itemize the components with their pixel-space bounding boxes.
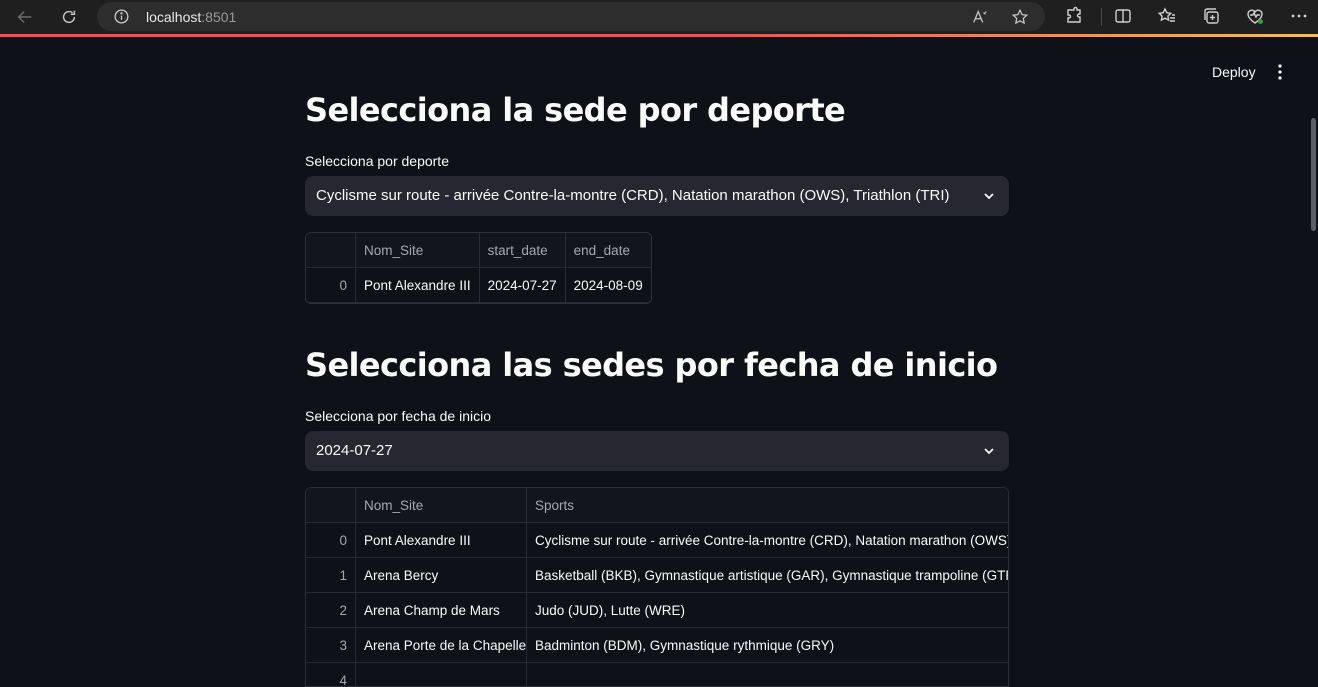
browser-essentials-icon[interactable] xyxy=(1245,6,1265,26)
column-header-sports[interactable]: Sports xyxy=(527,488,1008,523)
toolbar-separator xyxy=(1101,8,1102,26)
row-index: 0 xyxy=(306,523,356,558)
table-row[interactable]: 0 Pont Alexandre III 2024-07-27 2024-08-… xyxy=(306,268,651,303)
column-header-start-date[interactable]: start_date xyxy=(479,233,566,268)
read-aloud-icon[interactable] xyxy=(971,8,989,26)
cell-sports[interactable]: Basketball (BKB), Gymnastique artistique… xyxy=(527,558,1008,593)
app-accent-bar xyxy=(0,34,1318,37)
date-select-label: Selecciona por fecha de inicio xyxy=(305,408,492,424)
collections-icon[interactable] xyxy=(1201,6,1221,26)
cell-sports[interactable]: Cyclisme sur route - arrivée Contre-la-m… xyxy=(527,523,1008,558)
browser-toolbar: localhost:8501 xyxy=(0,0,1318,34)
column-header-nom-site[interactable]: Nom_Site xyxy=(356,233,480,268)
column-header-end-date[interactable]: end_date xyxy=(565,233,651,268)
date-select-value: 2024-07-27 xyxy=(316,442,393,459)
row-index: 0 xyxy=(306,268,356,303)
cell-nom-site[interactable]: Arena Bercy xyxy=(356,558,527,593)
cell-nom-site[interactable]: Arena Champ de Mars xyxy=(356,593,527,628)
main-menu-icon[interactable] xyxy=(1270,62,1290,82)
section-title-sport: Selecciona la sede por deporte xyxy=(305,91,846,129)
sport-sites-table[interactable]: Nom_Site start_date end_date 0 Pont Alex… xyxy=(305,232,652,304)
reload-icon[interactable] xyxy=(55,3,83,31)
cell-nom-site[interactable]: Arena Porte de la Chapelle xyxy=(356,628,527,663)
section-title-date: Selecciona las sedes por fecha de inicio xyxy=(305,346,998,384)
deploy-button[interactable]: Deploy xyxy=(1204,60,1264,84)
table-row[interactable]: 3 Arena Porte de la Chapelle Badminton (… xyxy=(306,628,1008,663)
chevron-down-icon[interactable] xyxy=(981,443,997,459)
cell-nom-site[interactable]: Pont Alexandre III xyxy=(356,268,480,303)
cell-sports[interactable]: Judo (JUD), Lutte (WRE) xyxy=(527,593,1008,628)
table-row[interactable]: 0 Pont Alexandre III Cyclisme sur route … xyxy=(306,523,1008,558)
table-header-row: Nom_Site Sports xyxy=(306,488,1008,523)
more-options-icon[interactable] xyxy=(1289,6,1309,26)
info-icon[interactable] xyxy=(113,8,130,25)
favorite-star-icon[interactable] xyxy=(1011,8,1029,26)
cell-end-date[interactable]: 2024-08-09 xyxy=(565,268,651,303)
table-header-row: Nom_Site start_date end_date xyxy=(306,233,651,268)
extensions-icon[interactable] xyxy=(1064,6,1084,26)
cell-nom-site[interactable]: Pont Alexandre III xyxy=(356,523,527,558)
favorites-icon[interactable] xyxy=(1157,6,1177,26)
address-bar[interactable]: localhost:8501 xyxy=(97,2,1045,31)
sport-select-value: Cyclisme sur route - arrivée Contre-la-m… xyxy=(316,187,950,204)
cell-start-date[interactable]: 2024-07-27 xyxy=(479,268,566,303)
sport-select-label: Selecciona por deporte xyxy=(305,153,449,169)
table-row[interactable]: 2 Arena Champ de Mars Judo (JUD), Lutte … xyxy=(306,593,1008,628)
url-text[interactable]: localhost:8501 xyxy=(146,9,236,25)
cell-nom-site[interactable] xyxy=(356,663,527,686)
cell-sports[interactable]: Badminton (BDM), Gymnastique rythmique (… xyxy=(527,628,1008,663)
split-screen-icon[interactable] xyxy=(1113,6,1133,26)
row-index: 1 xyxy=(306,558,356,593)
row-index: 4 xyxy=(306,663,356,686)
row-index: 2 xyxy=(306,593,356,628)
date-sites-table-container[interactable]: Nom_Site Sports 0 Pont Alexandre III Cyc… xyxy=(305,487,1009,687)
index-header[interactable] xyxy=(306,488,356,523)
back-icon[interactable] xyxy=(11,3,39,31)
date-sites-table[interactable]: Nom_Site Sports 0 Pont Alexandre III Cyc… xyxy=(306,488,1008,686)
page-scrollbar[interactable] xyxy=(1311,118,1316,231)
sport-select[interactable]: Cyclisme sur route - arrivée Contre-la-m… xyxy=(305,176,1009,216)
index-header[interactable] xyxy=(306,233,356,268)
table-row[interactable]: 4 xyxy=(306,663,1008,686)
cell-sports[interactable] xyxy=(527,663,1008,686)
chevron-down-icon[interactable] xyxy=(981,188,997,204)
date-select[interactable]: 2024-07-27 xyxy=(305,431,1009,471)
table-row[interactable]: 1 Arena Bercy Basketball (BKB), Gymnasti… xyxy=(306,558,1008,593)
row-index: 3 xyxy=(306,628,356,663)
column-header-nom-site[interactable]: Nom_Site xyxy=(356,488,527,523)
